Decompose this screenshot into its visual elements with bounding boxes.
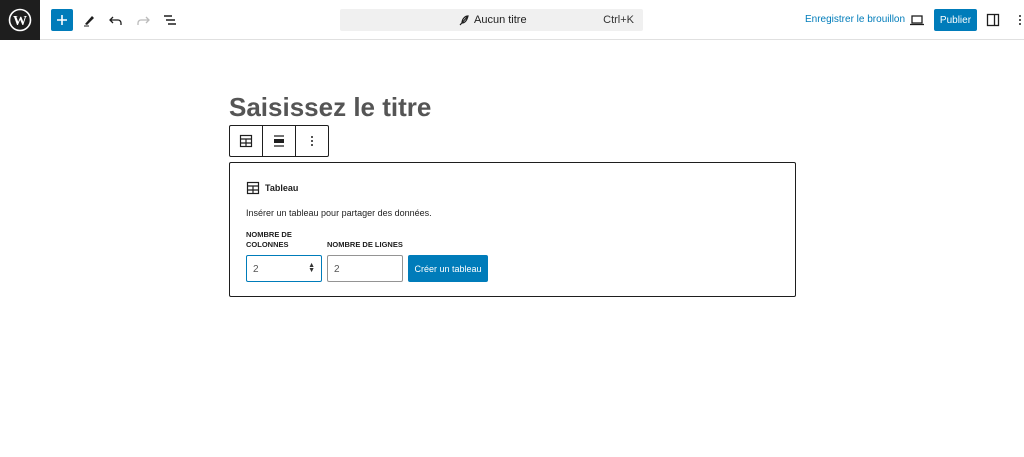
- list-view-icon: [164, 15, 176, 25]
- undo-button[interactable]: [104, 8, 128, 32]
- publish-button[interactable]: Publier: [934, 9, 977, 31]
- redo-icon: [137, 16, 150, 25]
- more-vertical-icon: [1019, 15, 1021, 25]
- more-options-button[interactable]: [296, 126, 328, 156]
- svg-text:W: W: [13, 14, 27, 29]
- table-icon: [239, 134, 253, 148]
- options-button[interactable]: [1008, 8, 1024, 32]
- plus-icon: [57, 15, 67, 25]
- post-title-input[interactable]: Saisissez le titre: [229, 92, 431, 123]
- save-draft-button[interactable]: Enregistrer le brouillon: [805, 14, 905, 25]
- align-button[interactable]: [263, 126, 296, 156]
- settings-button[interactable]: [981, 8, 1005, 32]
- redo-button[interactable]: [131, 8, 155, 32]
- shortcut-hint: Ctrl+K: [603, 14, 634, 26]
- spinner-icon[interactable]: ▲ ▼: [308, 262, 315, 274]
- rows-label: Nombre de lignes: [327, 240, 403, 249]
- rows-value: 2: [334, 264, 340, 275]
- more-vertical-icon: [311, 136, 313, 146]
- align-wide-icon: [274, 135, 284, 147]
- document-overview-button[interactable]: [158, 8, 182, 32]
- sidebar-icon: [986, 13, 1000, 27]
- pencil-icon: [84, 16, 94, 27]
- tools-button[interactable]: [77, 8, 101, 32]
- block-type-button[interactable]: [230, 126, 263, 156]
- top-toolbar: W Aucun titre Ctrl+K Enregistrer le brou…: [0, 0, 1024, 40]
- preview-button[interactable]: [905, 8, 929, 32]
- command-palette[interactable]: Aucun titre Ctrl+K: [340, 9, 643, 31]
- feather-icon: [459, 15, 469, 26]
- block-toolbar: [229, 125, 329, 157]
- rows-input[interactable]: 2: [327, 255, 403, 282]
- wordpress-icon: W: [8, 8, 32, 32]
- table-placeholder: Tableau Insérer un tableau pour partager…: [229, 162, 796, 297]
- document-title: Aucun titre: [474, 14, 527, 26]
- placeholder-title: Tableau: [265, 183, 299, 193]
- placeholder-label: Tableau: [246, 181, 298, 195]
- columns-input[interactable]: 2 ▲ ▼: [246, 255, 322, 282]
- desktop-icon: [910, 15, 924, 26]
- create-table-button[interactable]: Créer un tableau: [408, 255, 488, 282]
- columns-label: Nombre de colonnes: [246, 230, 292, 249]
- table-icon: [246, 181, 260, 195]
- undo-icon: [109, 16, 122, 25]
- wordpress-logo-button[interactable]: W: [0, 0, 40, 40]
- add-block-button[interactable]: [51, 9, 73, 31]
- columns-value: 2: [253, 264, 259, 275]
- placeholder-description: Insérer un tableau pour partager des don…: [246, 208, 432, 218]
